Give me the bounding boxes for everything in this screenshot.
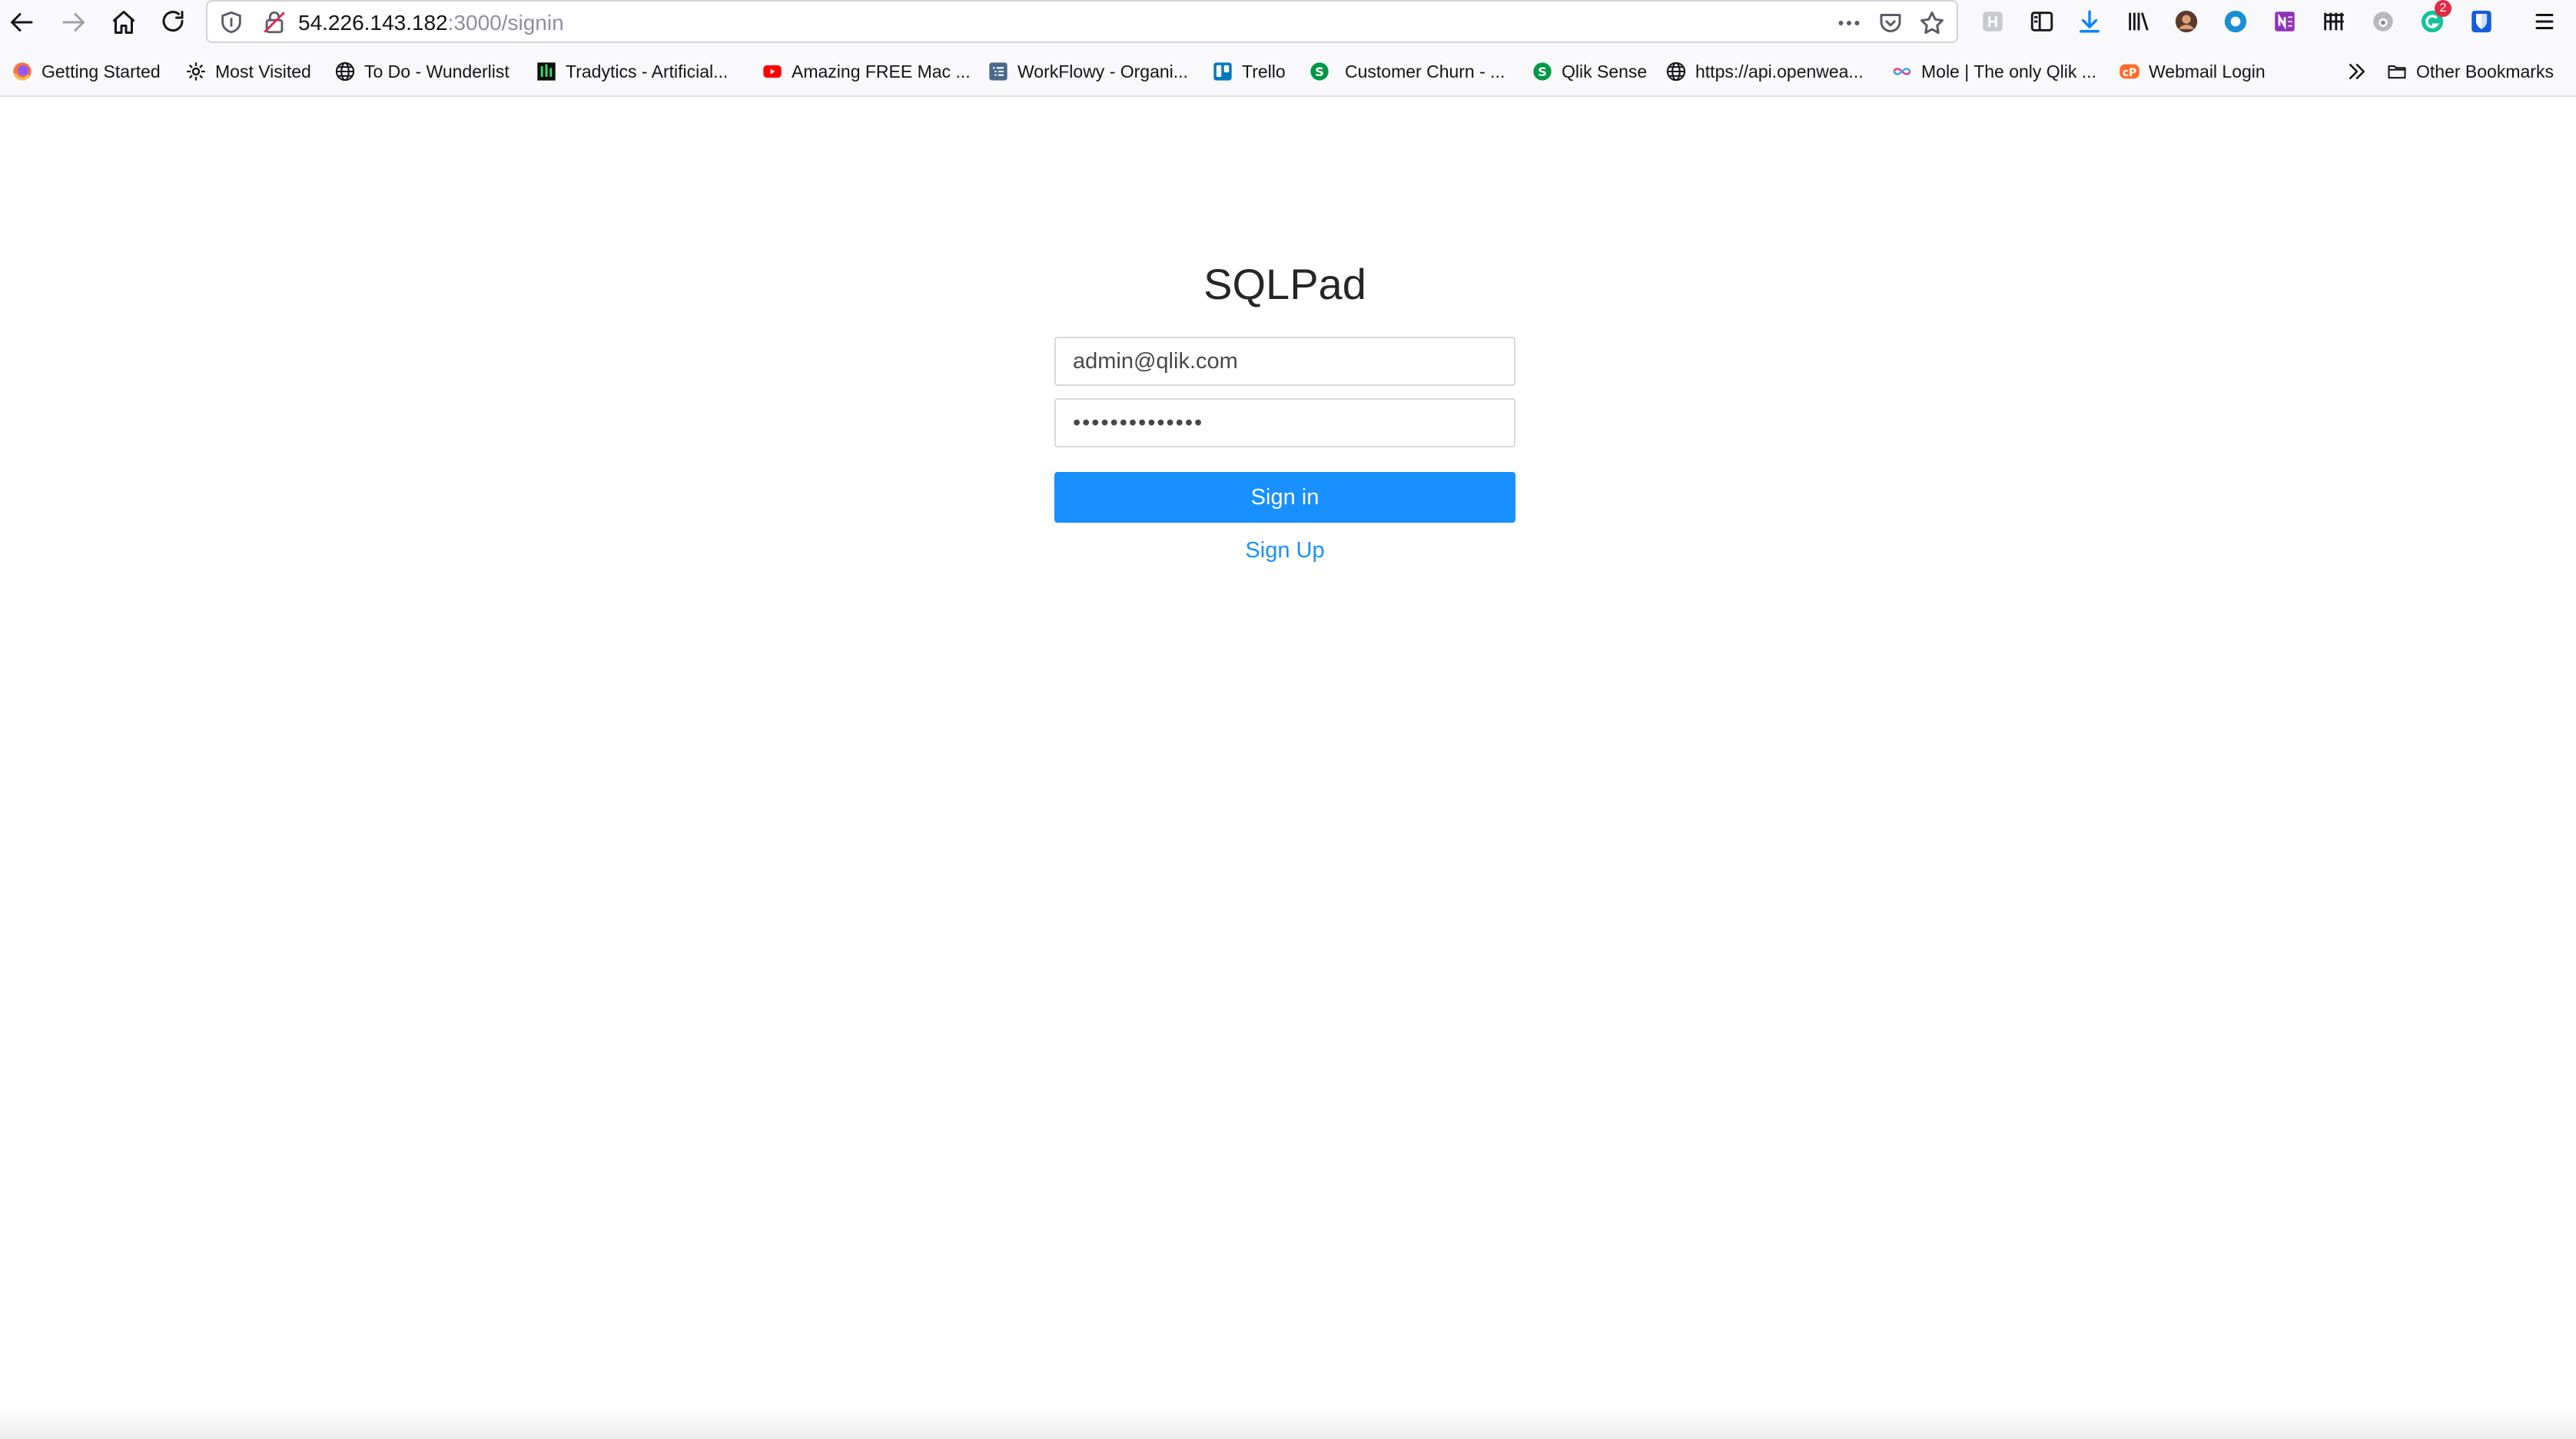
- folder-icon: [2385, 60, 2408, 83]
- onenote-icon[interactable]: [2270, 7, 2299, 36]
- qlik-icon: S: [1308, 60, 1331, 83]
- grey-extension-icon[interactable]: [1978, 7, 2007, 36]
- bookmark-label: Trello: [1242, 61, 1286, 81]
- extension-badge: 2: [2435, 0, 2452, 17]
- download-icon[interactable]: [2075, 7, 2104, 36]
- grey-circle-extension-icon[interactable]: [2369, 7, 2398, 36]
- sidebar-icon[interactable]: [2027, 7, 2056, 36]
- email-field[interactable]: [1054, 337, 1515, 386]
- bookmarks-toolbar: Getting Started Most Visited To Do - Wun…: [0, 45, 2576, 97]
- bookmark-workflowy[interactable]: WorkFlowy - Organi...: [987, 58, 1188, 85]
- barcode-extension-icon[interactable]: [2319, 7, 2349, 36]
- trello-icon: [1211, 60, 1234, 83]
- firefox-icon: [11, 60, 34, 83]
- bookmark-star-icon[interactable]: [1918, 9, 1946, 41]
- globe-icon: [1665, 60, 1688, 83]
- bookmark-label: Customer Churn - ...: [1345, 61, 1505, 81]
- bookmark-label: WorkFlowy - Organi...: [1017, 61, 1188, 81]
- bookmark-label: https://api.openwea...: [1695, 61, 1864, 81]
- bookmark-label: Tradytics - Artificial...: [566, 61, 729, 81]
- password-field[interactable]: [1054, 398, 1515, 447]
- url-path: :3000/signin: [447, 11, 564, 35]
- bookmark-trello[interactable]: Trello: [1211, 58, 1286, 85]
- chevron-double-right-icon: [2349, 64, 2365, 79]
- insecure-lock-icon[interactable]: [261, 9, 287, 39]
- signin-button[interactable]: Sign in: [1054, 472, 1515, 523]
- bookmark-label: To Do - Wunderlist: [364, 61, 510, 81]
- bookmark-label: Mole | The only Qlik ...: [1921, 61, 2096, 81]
- bookmark-customer-churn[interactable]: S Customer Churn - ...: [1308, 58, 1505, 85]
- home-icon: [112, 11, 135, 34]
- bookmark-tradytics[interactable]: Tradytics - Artificial...: [535, 58, 728, 85]
- bookmark-other-bookmarks[interactable]: Other Bookmarks: [2385, 58, 2554, 85]
- bookmark-label: Amazing FREE Mac ...: [792, 61, 971, 81]
- reload-icon: [162, 11, 184, 32]
- globe-icon: [334, 60, 357, 83]
- bookmarks-overflow-button[interactable]: [2345, 60, 2369, 87]
- mole-icon: [1891, 60, 1914, 83]
- page-actions-icon[interactable]: [1835, 9, 1863, 41]
- forward-button[interactable]: [51, 0, 95, 45]
- youtube-icon: [761, 60, 784, 83]
- gear-icon: [184, 60, 207, 83]
- tracking-shield-icon[interactable]: [218, 9, 244, 39]
- tradytics-icon: [535, 60, 558, 83]
- bookmark-label: Other Bookmarks: [2416, 61, 2554, 81]
- reload-button[interactable]: [151, 0, 195, 45]
- bookmark-label: Most Visited: [215, 61, 311, 81]
- bookmark-webmail-login[interactable]: cP Webmail Login: [2118, 58, 2266, 85]
- bookmark-label: Webmail Login: [2149, 61, 2266, 81]
- hamburger-menu-icon[interactable]: [2530, 7, 2559, 36]
- bookmark-openweather-api[interactable]: https://api.openwea...: [1665, 58, 1864, 85]
- url-bar[interactable]: 54.226.143.182:3000/signin: [206, 0, 1958, 43]
- svg-text:cP: cP: [2123, 67, 2137, 79]
- bookmark-getting-started[interactable]: Getting Started: [11, 58, 161, 85]
- bookmark-most-visited[interactable]: Most Visited: [184, 58, 311, 85]
- arrow-left-icon: [11, 13, 33, 32]
- bookmark-amazing-free-mac[interactable]: Amazing FREE Mac ...: [761, 58, 971, 85]
- qlik-icon: S: [1531, 60, 1554, 83]
- profile-avatar-icon[interactable]: [2172, 7, 2201, 36]
- app-title: SQLPad: [1203, 260, 1366, 308]
- url-host: 54.226.143.182: [298, 11, 448, 35]
- blue-ring-extension-icon[interactable]: [2221, 7, 2250, 36]
- window-bottom-edge: [0, 1408, 2576, 1439]
- bitwarden-icon[interactable]: [2467, 7, 2496, 36]
- cpanel-icon: cP: [2118, 60, 2141, 83]
- bookmark-label: Qlik Sense: [1562, 61, 1648, 81]
- signin-form: SQLPad Sign in Sign Up: [1054, 254, 1515, 563]
- bookmark-mole[interactable]: Mole | The only Qlik ...: [1891, 58, 2096, 85]
- pocket-icon[interactable]: [1877, 9, 1904, 41]
- bookmark-label: Getting Started: [41, 61, 161, 81]
- browser-toolbar: 54.226.143.182:3000/signin 2: [0, 0, 2576, 45]
- svg-text:S: S: [1538, 65, 1547, 79]
- library-icon[interactable]: [2124, 7, 2153, 36]
- signup-link[interactable]: Sign Up: [1054, 533, 1515, 567]
- home-button[interactable]: [101, 0, 146, 45]
- workflowy-icon: [987, 60, 1010, 83]
- arrow-right-icon: [62, 13, 85, 32]
- bookmark-qlik-sense[interactable]: S Qlik Sense: [1531, 58, 1647, 85]
- bookmark-wunderlist[interactable]: To Do - Wunderlist: [334, 58, 510, 85]
- url-text[interactable]: 54.226.143.182:3000/signin: [298, 11, 564, 35]
- back-button[interactable]: [0, 0, 45, 45]
- svg-text:S: S: [1315, 65, 1324, 79]
